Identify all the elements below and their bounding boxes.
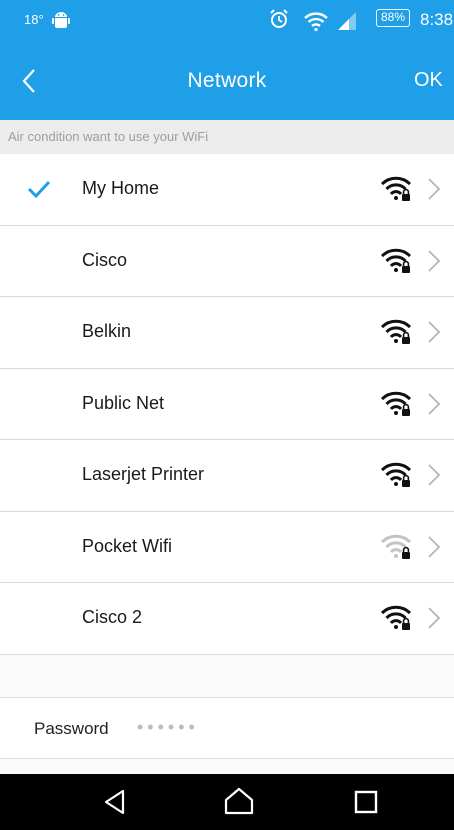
network-row[interactable]: Cisco <box>0 225 454 297</box>
network-name: Cisco 2 <box>82 607 143 627</box>
wifi-lock-icon <box>380 391 412 416</box>
signal-icon <box>338 12 356 30</box>
password-input[interactable]: •••••• <box>137 717 199 738</box>
password-field[interactable]: Password •••••• <box>0 697 454 759</box>
home-icon[interactable] <box>222 786 256 816</box>
chevron-right-icon <box>428 607 441 629</box>
wifi-lock-icon <box>380 176 412 201</box>
clock: 8:38 <box>420 10 454 29</box>
network-name: My Home <box>82 178 160 198</box>
network-row[interactable]: Belkin <box>0 297 454 369</box>
network-list: My Home Cisco Belkin Public Net Laserjet… <box>0 154 454 655</box>
android-icon <box>52 12 70 28</box>
network-name: Belkin <box>82 321 132 341</box>
system-nav-bar <box>0 774 454 830</box>
network-name: Pocket Wifi <box>82 535 173 556</box>
network-name: Laserjet Printer <box>82 464 205 484</box>
chevron-right-icon <box>428 178 441 200</box>
wifi-lock-icon <box>380 605 412 630</box>
page-title: Network <box>187 69 267 92</box>
network-name: Cisco <box>82 249 128 270</box>
wifi-status-icon <box>304 12 328 32</box>
wifi-lock-icon <box>380 319 412 344</box>
wifi-lock-icon <box>380 248 412 273</box>
battery-level: 88% <box>380 10 406 24</box>
app-header: Network OK <box>0 40 454 120</box>
network-row[interactable]: Pocket Wifi <box>0 511 454 583</box>
password-label: Password <box>34 719 109 738</box>
network-name: Public Net <box>82 392 165 413</box>
spacer <box>0 759 454 774</box>
spacer <box>0 655 454 697</box>
network-row[interactable]: Laserjet Printer <box>0 440 454 512</box>
alarm-icon <box>270 9 288 28</box>
back-triangle-icon[interactable] <box>102 788 128 816</box>
chevron-right-icon <box>428 464 441 486</box>
network-row[interactable]: My Home <box>0 154 454 226</box>
section-hint: Air condition want to use your WiFi <box>0 120 454 154</box>
network-row[interactable]: Public Net <box>0 368 454 440</box>
wifi-lock-icon <box>380 462 412 487</box>
chevron-right-icon <box>428 321 441 343</box>
network-row[interactable]: Cisco 2 <box>0 583 454 655</box>
recents-icon[interactable] <box>354 790 378 814</box>
temperature-text: 18° <box>24 12 44 27</box>
chevron-right-icon <box>428 392 441 415</box>
chevron-right-icon <box>428 535 441 558</box>
ok-button[interactable]: OK <box>414 69 454 92</box>
checkmark-icon <box>27 180 51 199</box>
chevron-right-icon <box>428 249 441 272</box>
battery-icon: 88% <box>376 9 410 27</box>
status-bar: 18° 88% 8:38 <box>0 0 454 40</box>
wifi-lock-icon <box>380 534 412 559</box>
